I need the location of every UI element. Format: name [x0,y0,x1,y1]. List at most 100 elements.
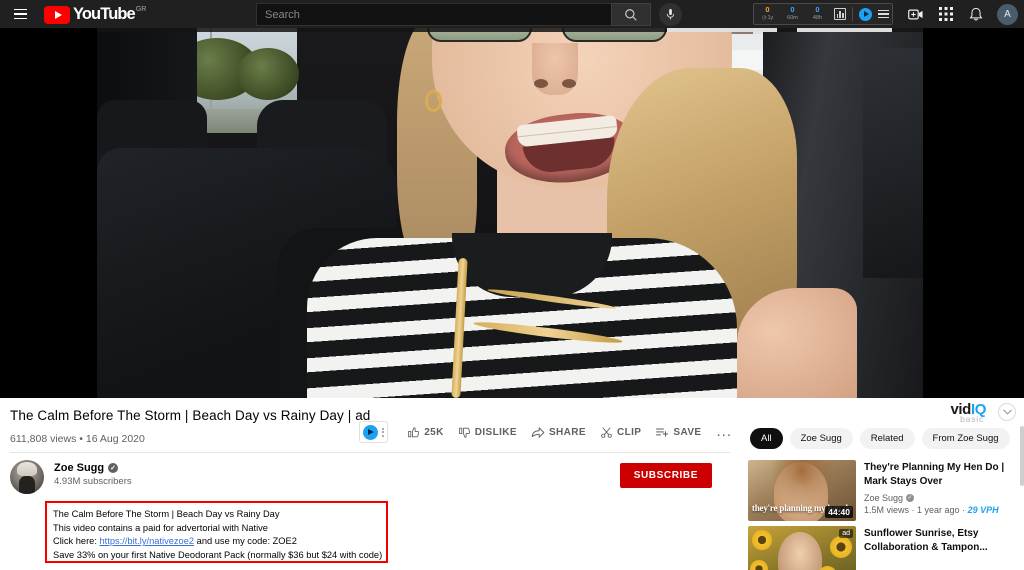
chevron-down-icon[interactable] [998,403,1016,421]
channel-row: Zoe Sugg ✓ 4.93M subscribers SUBSCRIBE [10,460,730,494]
voice-search-button[interactable] [659,3,682,26]
video-frame: GARDEN [97,28,923,398]
chip-related[interactable]: Related [859,428,915,449]
save-label: SAVE [673,426,702,438]
save-button[interactable]: SAVE [648,420,708,444]
vidiq-logo-icon[interactable] [859,7,872,21]
video-age: 1 year ago [917,505,960,515]
vidiq-vph-stat: 29 VPH [967,505,999,515]
video-title[interactable]: They're Planning My Hen Do | Mark Stays … [864,461,1020,489]
vidiq-kebab-icon[interactable] [382,427,385,437]
scissors-icon [601,426,612,438]
channel-avatar[interactable] [10,460,44,494]
video-channel-label: Zoe Sugg [864,493,904,503]
bar-chart-icon[interactable] [834,8,846,20]
avatar[interactable]: A [997,3,1018,25]
share-button[interactable]: SHARE [524,420,593,444]
youtube-apps-button[interactable] [931,0,961,28]
video-info: Sunflower Sunrise, Etsy Collaboration & … [864,526,1020,570]
share-label: SHARE [548,426,586,438]
description-line-4: Save 33% on your first Native Deodorant … [53,549,383,560]
video-player[interactable]: GARDEN [0,28,1024,398]
dislike-button[interactable]: DISLIKE [451,420,524,444]
create-video-button[interactable] [901,0,931,28]
youtube-wordmark: YouTube [73,4,136,23]
video-thumbnail[interactable]: they're planning my hen do 44:40 [748,460,856,521]
vidiq-stat-60m-label: 60m [787,15,798,21]
toolbar-divider [852,7,853,21]
youtube-logo[interactable]: YouTube GR [44,5,146,24]
youtube-header: YouTube GR Search 0 ◷1y 0 60m 0 48h A [0,0,1024,28]
vidiq-stat-60m-value: 0 [790,5,795,14]
youtube-play-icon [44,5,70,24]
description-line-2: This video contains a paid for advertori… [53,522,268,533]
vidiq-stat-48h-value: 0 [815,5,820,14]
chip-from-zoe-sugg[interactable]: From Zoe Sugg [921,428,1010,449]
video-channel[interactable]: Zoe Sugg ✓ [864,493,1020,503]
vidiq-inline-button[interactable] [359,421,389,443]
video-duration: 44:40 [825,506,853,518]
divider [10,452,730,453]
video-thumbnail[interactable]: ad [748,526,856,570]
apps-grid-icon [939,7,953,21]
search-placeholder: Search [265,8,300,21]
chip-all[interactable]: All [750,428,783,449]
player-top-overlay [97,28,923,32]
vidiq-logo-icon [363,424,379,440]
header-right-controls: 0 ◷1y 0 60m 0 48h A [753,0,1018,28]
video-description-highlight[interactable]: The Calm Before The Storm | Beach Day vs… [45,501,388,563]
verified-badge-icon: ✓ [906,494,915,502]
channel-info: Zoe Sugg ✓ 4.93M subscribers [54,460,132,487]
earring-left [425,90,442,112]
save-playlist-icon [656,427,669,437]
primary-column: The Calm Before The Storm | Beach Day vs… [0,398,740,563]
video-title[interactable]: Sunflower Sunrise, Etsy Collaboration & … [864,527,1020,555]
vidiq-stat-1y-value: 0 [765,5,770,14]
ad-badge: ad [839,529,853,538]
person-in-video [277,28,857,398]
vidiq-stat-1y-label: ◷1y [761,15,774,21]
search-input[interactable]: Search [256,3,611,26]
microphone-icon [666,9,675,20]
clip-button[interactable]: CLIP [593,420,648,444]
player-overlay-chip-2 [797,28,892,32]
player-overlay-chip-1 [667,28,777,32]
more-actions-button[interactable]: ... [708,424,740,439]
list-item[interactable]: they're planning my hen do 44:40 They're… [748,460,1020,521]
video-views: 1.5M views [864,505,910,515]
channel-name[interactable]: Zoe Sugg ✓ [54,462,132,474]
vidiq-stat-48h-label: 48h [812,15,823,21]
car-window-right [863,48,923,278]
chip-zoe-sugg[interactable]: Zoe Sugg [789,428,853,449]
youtube-country-code: GR [135,5,147,13]
notification-bell-icon [969,7,983,20]
vidiq-stat-48h: 0 48h [807,6,828,22]
video-actions: 25K DISLIKE SHARE CLIP SAVE ... [359,420,740,444]
dislike-label: DISLIKE [474,426,517,438]
description-link[interactable]: https://bit.ly/nativezoe2 [100,536,195,546]
channel-name-label: Zoe Sugg [54,462,105,474]
list-item[interactable]: ad Sunflower Sunrise, Etsy Collaboration… [748,526,1020,570]
nose [532,43,578,95]
description-link-suffix: and use my code: ZOE2 [194,536,297,547]
arm [737,288,857,398]
view-count: 611,808 views • 16 Aug 2020 [10,432,145,445]
vidiq-extension-toolbar[interactable]: 0 ◷1y 0 60m 0 48h [753,3,893,25]
like-count: 25K [424,426,444,438]
description-link-prefix: Click here: [53,536,100,547]
notifications-button[interactable] [961,0,991,28]
secondary-column: vid IQ basic All Zoe Sugg Related From Z… [740,398,1024,570]
video-info: They're Planning My Hen Do | Mark Stays … [864,460,1020,521]
search-button[interactable] [611,3,651,26]
description-line-3: Click here: https://bit.ly/nativezoe2 an… [53,535,380,549]
chevron-down-glyph [1002,409,1012,415]
hamburger-menu-icon[interactable] [6,0,34,28]
video-metadata: 1.5M views · 1 year ago · 29 VPH [864,505,999,515]
scrollbar[interactable] [1020,426,1024,486]
search-icon [625,8,637,21]
subscribe-button[interactable]: SUBSCRIBE [619,463,712,488]
vidiq-menu-icon[interactable] [878,9,889,19]
vidiq-stat-60m: 0 60m [782,6,803,22]
filter-chips: All Zoe Sugg Related From Zoe Sugg [750,428,1010,449]
like-button[interactable]: 25K [400,420,451,444]
